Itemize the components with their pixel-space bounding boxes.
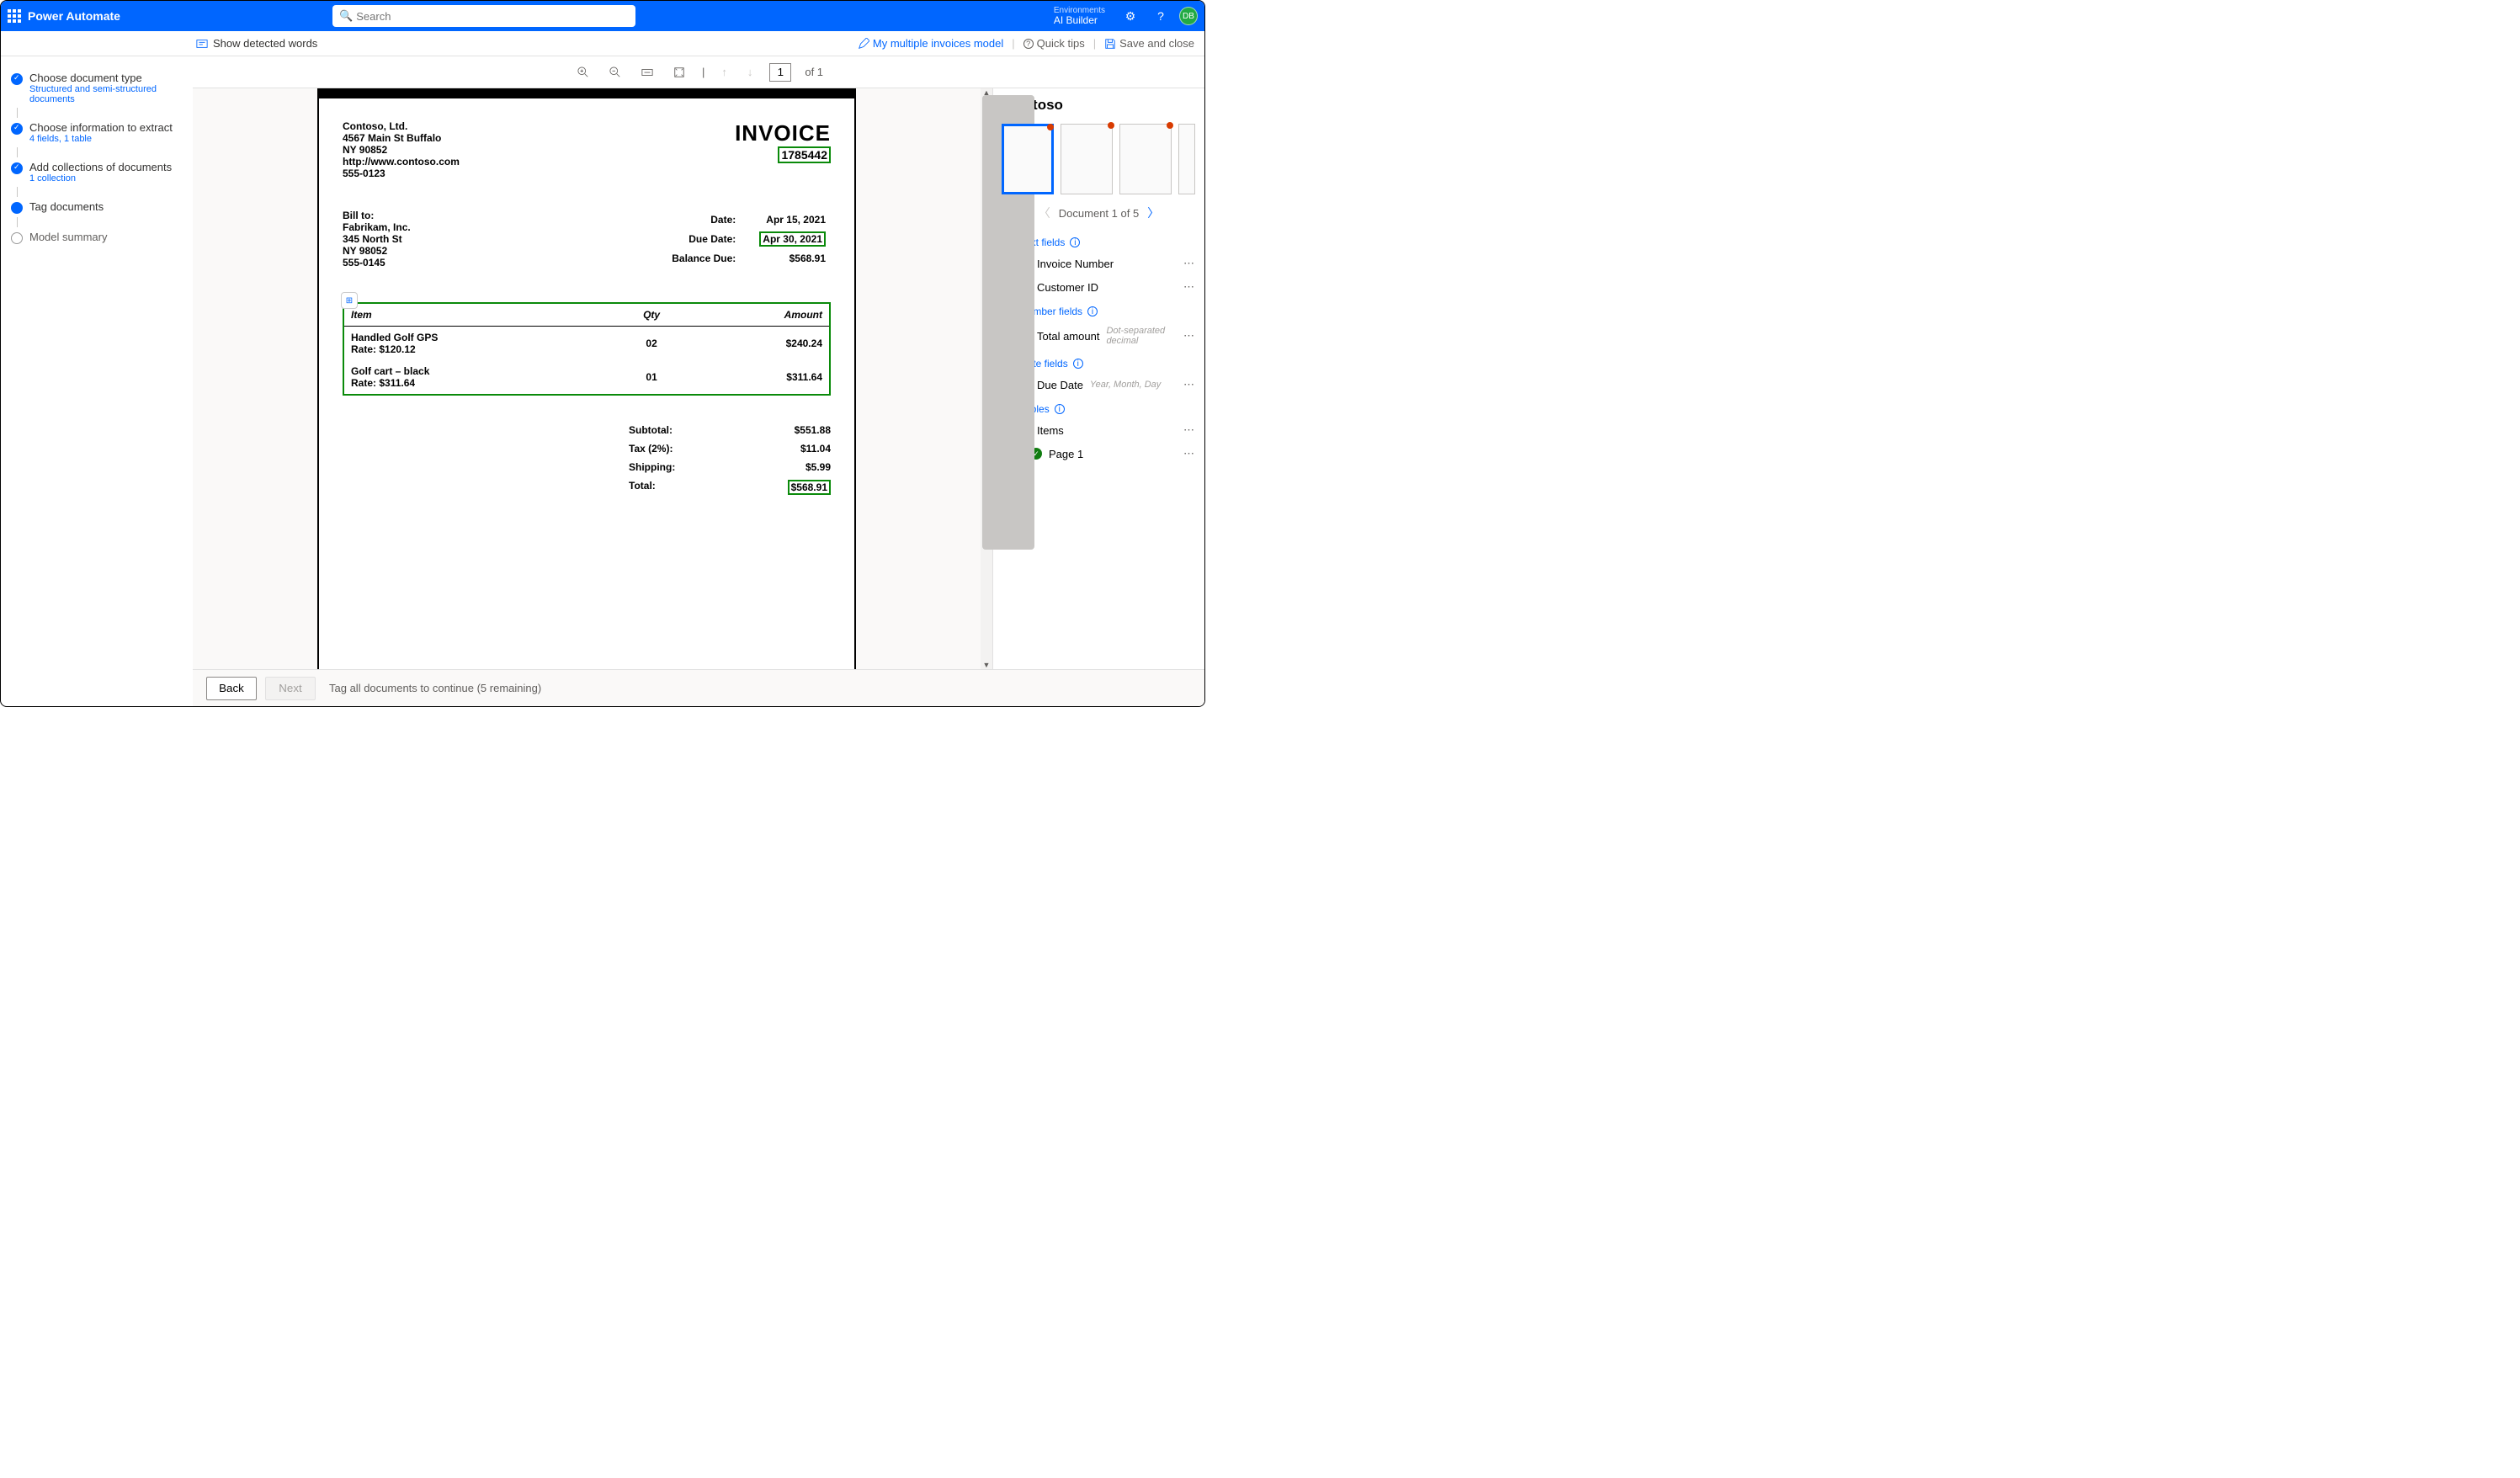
- info-icon[interactable]: i: [1087, 306, 1098, 316]
- scroll-down-icon[interactable]: ▼: [981, 661, 992, 669]
- page-number-input[interactable]: [769, 63, 791, 82]
- fit-page-icon[interactable]: [670, 62, 688, 82]
- brand-title: Power Automate: [28, 9, 120, 23]
- check-icon: [11, 73, 23, 85]
- doc-counter: Document 1 of 5: [1059, 207, 1139, 220]
- help-icon[interactable]: ?: [1149, 9, 1172, 23]
- settings-icon[interactable]: ⚙: [1119, 9, 1142, 24]
- model-name-link[interactable]: My multiple invoices model: [858, 37, 1003, 50]
- fit-width-icon[interactable]: [638, 62, 657, 82]
- more-icon[interactable]: ⋯: [1183, 423, 1194, 437]
- step-choose-information[interactable]: Choose information to extract4 fields, 1…: [9, 118, 184, 147]
- info-icon[interactable]: i: [1073, 359, 1083, 369]
- step-model-summary[interactable]: Model summary: [9, 227, 184, 247]
- tagged-items-table[interactable]: ⊞ Item Qty Amount Handled Golf GPSRate: …: [343, 302, 831, 396]
- next-button: Next: [265, 677, 316, 700]
- document-thumbnails: [993, 119, 1204, 199]
- step-tag-documents[interactable]: Tag documents: [9, 197, 184, 217]
- textbox-icon: [196, 38, 208, 50]
- step-add-collections[interactable]: Add collections of documents1 collection: [9, 157, 184, 187]
- footer-status: Tag all documents to continue (5 remaini…: [329, 682, 541, 694]
- status-dot-icon: [1047, 124, 1054, 130]
- back-button[interactable]: Back: [206, 677, 257, 700]
- more-icon[interactable]: ⋯: [1183, 257, 1194, 270]
- save-and-close-button[interactable]: Save and close: [1104, 37, 1194, 50]
- table-select-icon[interactable]: ⊞: [341, 292, 358, 309]
- save-icon: [1104, 38, 1116, 50]
- tagged-due-date[interactable]: Apr 30, 2021: [759, 231, 826, 247]
- check-icon: [11, 123, 23, 135]
- more-icon[interactable]: ⋯: [1183, 447, 1194, 460]
- search-icon: 🔍: [339, 9, 353, 23]
- table-row: Golf cart – blackRate: $311.6401$311.64: [344, 360, 829, 394]
- show-detected-words-button[interactable]: Show detected words: [196, 37, 317, 50]
- search-input[interactable]: [332, 5, 635, 27]
- page-total-label: of 1: [805, 66, 823, 78]
- info-icon: ?: [1023, 39, 1034, 49]
- vertical-scrollbar[interactable]: ▲ ▼: [981, 88, 992, 669]
- status-dot-icon: [1167, 122, 1173, 129]
- command-bar: Show detected words My multiple invoices…: [1, 31, 1204, 56]
- next-doc-icon[interactable]: 〉: [1147, 205, 1159, 221]
- environment-picker[interactable]: Environments AI Builder: [1054, 6, 1112, 26]
- app-launcher-icon[interactable]: [8, 9, 21, 23]
- more-icon[interactable]: ⋯: [1183, 378, 1194, 391]
- prev-doc-icon[interactable]: 〈: [1039, 205, 1050, 221]
- empty-dot-icon: [11, 232, 23, 244]
- user-avatar[interactable]: DB: [1179, 7, 1198, 25]
- tagged-total[interactable]: $568.91: [788, 480, 831, 495]
- quick-tips-link[interactable]: ? Quick tips: [1023, 37, 1085, 50]
- more-icon[interactable]: ⋯: [1183, 280, 1194, 294]
- tagged-invoice-number[interactable]: 1785442: [778, 146, 831, 163]
- document-viewer[interactable]: Contoso, Ltd. 4567 Main St Buffalo NY 90…: [193, 88, 981, 669]
- wizard-steps: Choose document typeStructured and semi-…: [1, 56, 193, 706]
- info-icon[interactable]: i: [1055, 404, 1065, 414]
- check-icon: [11, 162, 23, 174]
- zoom-in-icon[interactable]: [574, 62, 593, 82]
- doc-thumb-1[interactable]: [1002, 124, 1054, 194]
- doc-thumb-4[interactable]: [1178, 124, 1195, 194]
- doc-thumb-3[interactable]: [1119, 124, 1172, 194]
- document-page: Contoso, Ltd. 4567 Main St Buffalo NY 90…: [317, 88, 856, 669]
- status-dot-icon: [1108, 122, 1114, 129]
- wizard-footer: Back Next Tag all documents to continue …: [193, 669, 1204, 706]
- table-row: Handled Golf GPSRate: $120.1202$240.24: [344, 327, 829, 361]
- more-icon[interactable]: ⋯: [1183, 329, 1194, 343]
- pencil-icon: [858, 38, 869, 50]
- top-bar: Power Automate 🔍 Environments AI Builder…: [1, 1, 1204, 31]
- prev-page-icon: ↑: [718, 62, 731, 82]
- info-icon[interactable]: i: [1070, 237, 1080, 247]
- viewer-toolbar: | ↑ ↓ of 1: [193, 56, 1204, 88]
- active-dot-icon: [11, 202, 23, 214]
- zoom-out-icon[interactable]: [606, 62, 625, 82]
- step-choose-document-type[interactable]: Choose document typeStructured and semi-…: [9, 68, 184, 108]
- next-page-icon: ↓: [744, 62, 757, 82]
- doc-thumb-2[interactable]: [1061, 124, 1113, 194]
